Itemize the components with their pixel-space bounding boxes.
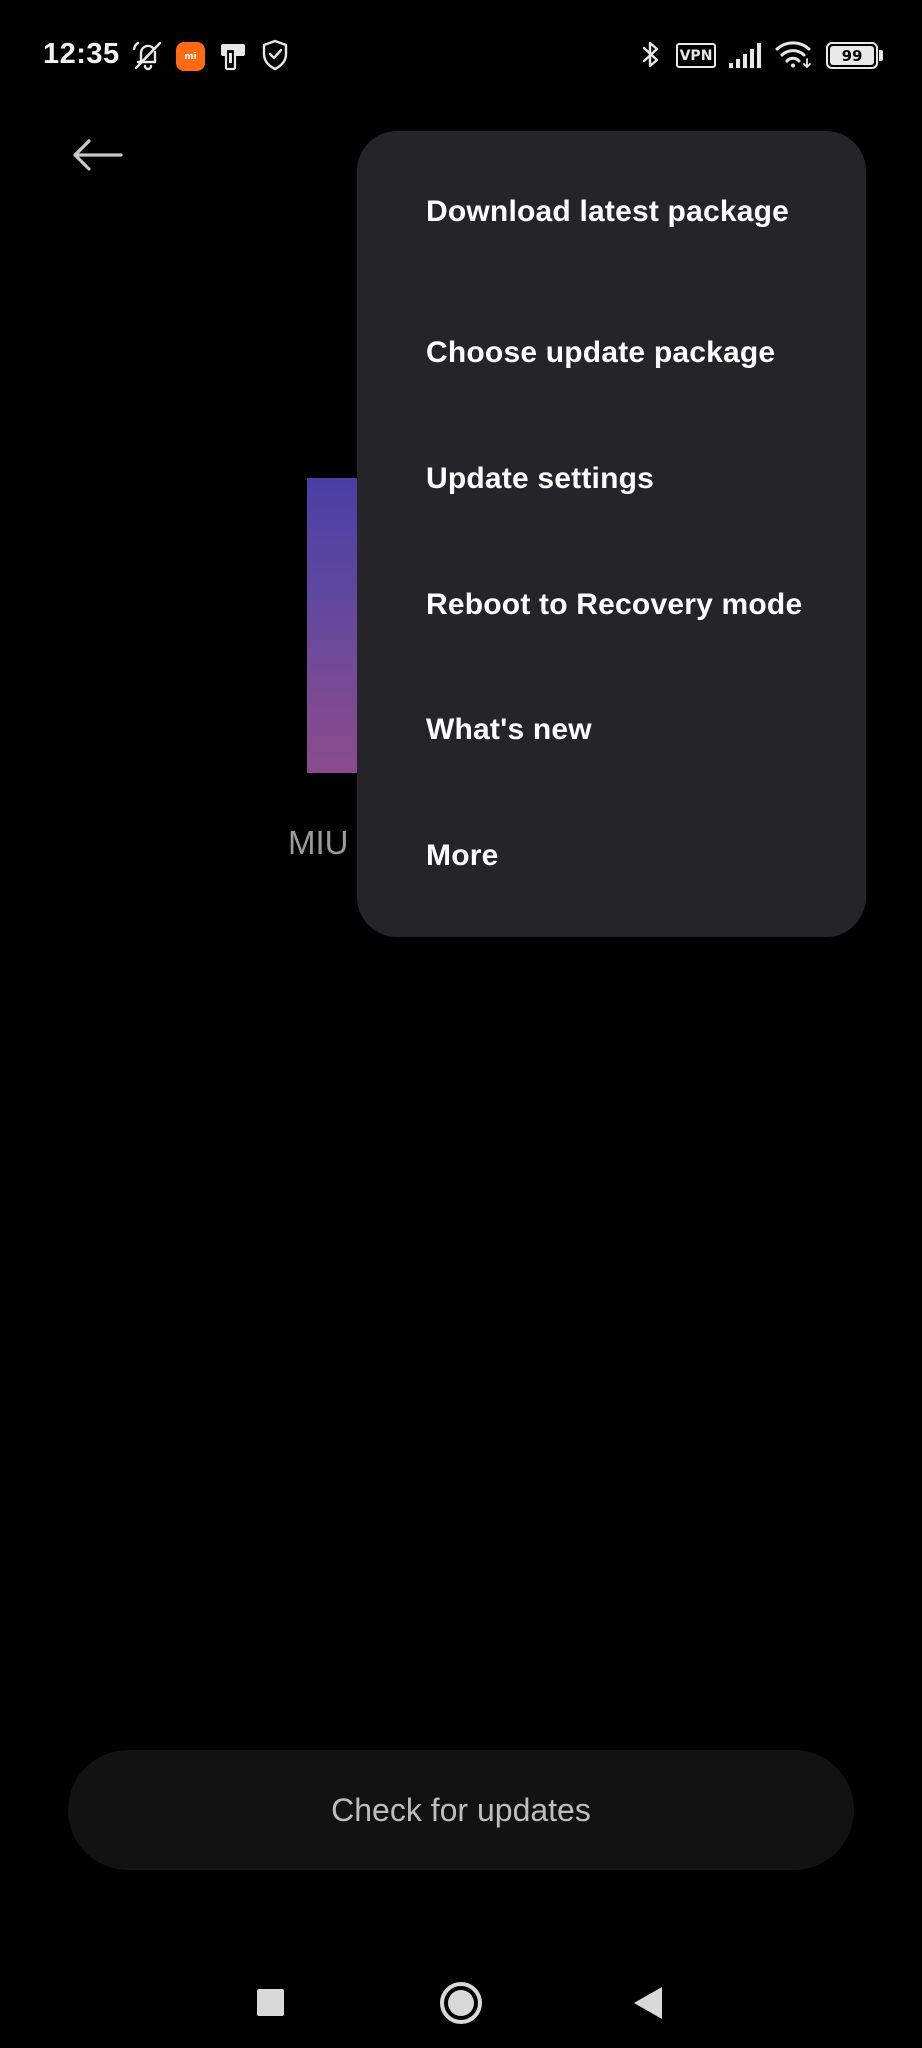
back-button[interactable] (68, 130, 128, 180)
menu-item-label: What's new (426, 713, 592, 746)
recents-icon[interactable] (257, 1989, 284, 2016)
menu-item-label: Reboot to Recovery mode (426, 587, 803, 621)
check-for-updates-button[interactable]: Check for updates (68, 1750, 854, 1870)
back-icon[interactable] (634, 1987, 662, 2019)
mi-app-icon: mi (176, 42, 205, 71)
check-for-updates-label: Check for updates (331, 1791, 591, 1828)
screen: 12:35 mi VPN 99 MIU Download latest pack… (0, 0, 922, 2048)
home-icon-dot (448, 1990, 474, 2016)
battery-fill: 99 (830, 46, 874, 65)
arrow-left-icon (73, 139, 123, 171)
vpn-icon: VPN (676, 43, 716, 68)
navigation-bar (0, 1940, 922, 2048)
mi-badge-text: mi (184, 51, 197, 62)
version-label: MIU (288, 824, 349, 861)
overflow-menu: Download latest package Choose update pa… (357, 131, 866, 937)
vpn-text: VPN (679, 47, 713, 64)
battery-tip (879, 50, 883, 61)
menu-item-whats-new[interactable]: What's new (357, 667, 866, 793)
menu-item-choose-update-package[interactable]: Choose update package (357, 291, 866, 415)
menu-item-label: Update settings (426, 461, 655, 495)
menu-item-more[interactable]: More (357, 793, 866, 919)
shield-check-icon (260, 38, 290, 72)
signal-icon (727, 40, 763, 70)
wifi-icon (774, 38, 814, 70)
bell-off-icon (132, 38, 164, 72)
battery-icon: 99 (826, 42, 878, 69)
menu-item-label: More (426, 839, 499, 872)
status-bar: 12:35 mi VPN 99 (0, 0, 922, 110)
menu-item-reboot-recovery[interactable]: Reboot to Recovery mode (357, 542, 866, 667)
status-time: 12:35 (43, 38, 120, 70)
menu-item-update-settings[interactable]: Update settings (357, 415, 866, 542)
home-icon[interactable] (440, 1982, 482, 2024)
bluetooth-icon (640, 38, 662, 72)
battery-level: 99 (841, 46, 863, 65)
screen-cast-icon (218, 40, 248, 72)
menu-item-label: Download latest package (426, 195, 790, 228)
menu-item-label: Choose update package (426, 336, 776, 369)
menu-item-download-latest-package[interactable]: Download latest package (357, 133, 866, 291)
